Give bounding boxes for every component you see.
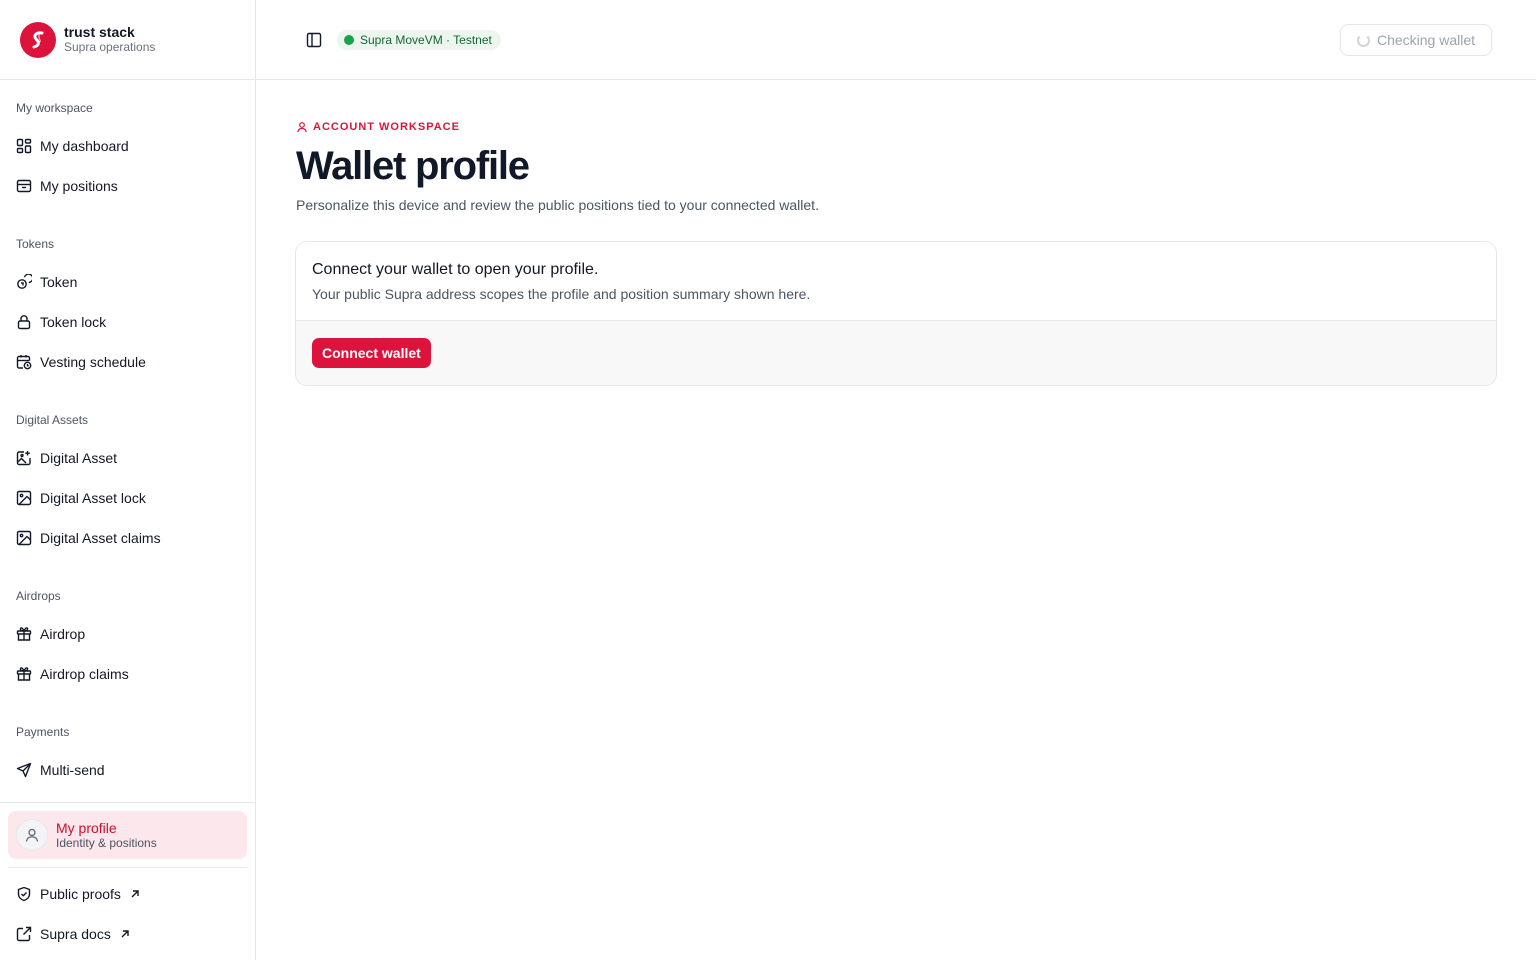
card-header: Connect your wallet to open your profile… bbox=[296, 242, 1496, 321]
sidebar-item-airdrop-claims[interactable]: Airdrop claims bbox=[8, 656, 247, 692]
network-label: Supra MoveVM · Testnet bbox=[360, 33, 492, 47]
brand-header[interactable]: trust stack Supra operations bbox=[0, 0, 255, 80]
sidebar-item-vesting-schedule[interactable]: Vesting schedule bbox=[8, 344, 247, 380]
connect-wallet-card: Connect your wallet to open your profile… bbox=[295, 241, 1497, 386]
gift-icon bbox=[16, 626, 32, 642]
send-icon bbox=[16, 762, 32, 778]
status-dot-icon bbox=[344, 35, 354, 45]
brand-name: trust stack bbox=[64, 24, 135, 40]
section-label-payments: Payments bbox=[16, 725, 70, 739]
sidebar-item-multi-send[interactable]: Multi-send bbox=[8, 752, 247, 788]
sidebar-item-label: Multi-send bbox=[40, 762, 105, 778]
wallet-status-label: Checking wallet bbox=[1376, 32, 1476, 48]
sidebar-item-label: Airdrop claims bbox=[40, 666, 129, 682]
card-title: Connect your wallet to open your profile… bbox=[312, 261, 599, 278]
sidebar-item-digital-asset[interactable]: Digital Asset bbox=[8, 440, 247, 476]
sidebar-item-label: My positions bbox=[40, 178, 118, 194]
card-subtitle: Your public Supra address scopes the pro… bbox=[312, 286, 811, 302]
calendar-clock-icon bbox=[16, 354, 32, 370]
shield-check-icon bbox=[16, 886, 32, 902]
dashboard-grid-icon bbox=[16, 138, 32, 154]
sidebar-item-label: Vesting schedule bbox=[40, 354, 146, 370]
sidebar-item-digital-asset-lock[interactable]: Digital Asset lock bbox=[8, 480, 247, 516]
spinner-icon bbox=[1356, 33, 1370, 47]
sidebar-item-airdrop[interactable]: Airdrop bbox=[8, 616, 247, 652]
card-footer: Connect wallet bbox=[296, 321, 1496, 385]
connect-wallet-button[interactable]: Connect wallet bbox=[312, 338, 431, 368]
sidebar-item-my-positions[interactable]: My positions bbox=[8, 168, 247, 204]
coins-icon bbox=[16, 274, 32, 290]
brand-subtitle: Supra operations bbox=[64, 40, 156, 54]
sidebar-link-public-proofs[interactable]: Public proofs bbox=[8, 876, 247, 912]
sidebar-item-label: Supra docs bbox=[40, 926, 111, 942]
page-title: Wallet profile bbox=[296, 144, 530, 188]
inbox-icon bbox=[16, 178, 32, 194]
sidebar-item-label: My dashboard bbox=[40, 138, 129, 154]
eyebrow-label: ACCOUNT WORKSPACE bbox=[313, 121, 460, 133]
image-icon bbox=[16, 490, 32, 506]
profile-title: My profile bbox=[56, 819, 117, 836]
panel-left-icon bbox=[306, 32, 322, 48]
top-bar: Supra MoveVM · Testnet Checking wallet bbox=[256, 0, 1536, 80]
sidebar-item-label: Digital Asset claims bbox=[40, 530, 161, 546]
arrow-up-right-icon bbox=[129, 888, 141, 900]
sidebar-item-label: Token bbox=[40, 274, 78, 290]
lock-icon bbox=[16, 314, 32, 330]
sidebar-item-label: Token lock bbox=[40, 314, 107, 330]
brand-logo-icon bbox=[20, 21, 56, 58]
sidebar-link-supra-docs[interactable]: Supra docs bbox=[8, 916, 247, 952]
sidebar-item-label: Public proofs bbox=[40, 886, 121, 902]
network-badge: Supra MoveVM · Testnet bbox=[337, 30, 501, 50]
image-icon bbox=[16, 530, 32, 546]
sidebar-item-token[interactable]: Token bbox=[8, 264, 247, 300]
eyebrow: ACCOUNT WORKSPACE bbox=[296, 121, 460, 133]
sidebar: trust stack Supra operations My workspac… bbox=[0, 0, 256, 960]
section-label-digital-assets: Digital Assets bbox=[16, 413, 89, 427]
sidebar-item-my-dashboard[interactable]: My dashboard bbox=[8, 128, 247, 164]
sidebar-item-label: Airdrop bbox=[40, 626, 86, 642]
profile-subtitle: Identity & positions bbox=[56, 835, 157, 850]
sidebar-item-label: Digital Asset lock bbox=[40, 490, 146, 506]
sidebar-item-token-lock[interactable]: Token lock bbox=[8, 304, 247, 340]
sidebar-item-label: Digital Asset bbox=[40, 450, 118, 466]
image-plus-icon bbox=[16, 450, 32, 466]
section-label-tokens: Tokens bbox=[16, 237, 55, 251]
user-icon bbox=[296, 121, 308, 133]
arrow-up-right-icon bbox=[119, 928, 131, 940]
sidebar-item-digital-asset-claims[interactable]: Digital Asset claims bbox=[8, 520, 247, 556]
gift-icon bbox=[16, 666, 32, 682]
checking-wallet-button[interactable]: Checking wallet bbox=[1340, 24, 1492, 56]
external-link-icon bbox=[16, 926, 32, 942]
section-label-airdrops: Airdrops bbox=[16, 589, 61, 603]
section-label-my-workspace: My workspace bbox=[16, 101, 93, 115]
sidebar-toggle-button[interactable] bbox=[304, 30, 324, 50]
sidebar-divider bbox=[0, 802, 255, 803]
sidebar-item-my-profile[interactable]: My profile Identity & positions bbox=[8, 811, 247, 859]
page-description: Personalize this device and review the p… bbox=[296, 197, 819, 213]
sidebar-divider bbox=[8, 867, 247, 868]
avatar bbox=[16, 819, 48, 851]
